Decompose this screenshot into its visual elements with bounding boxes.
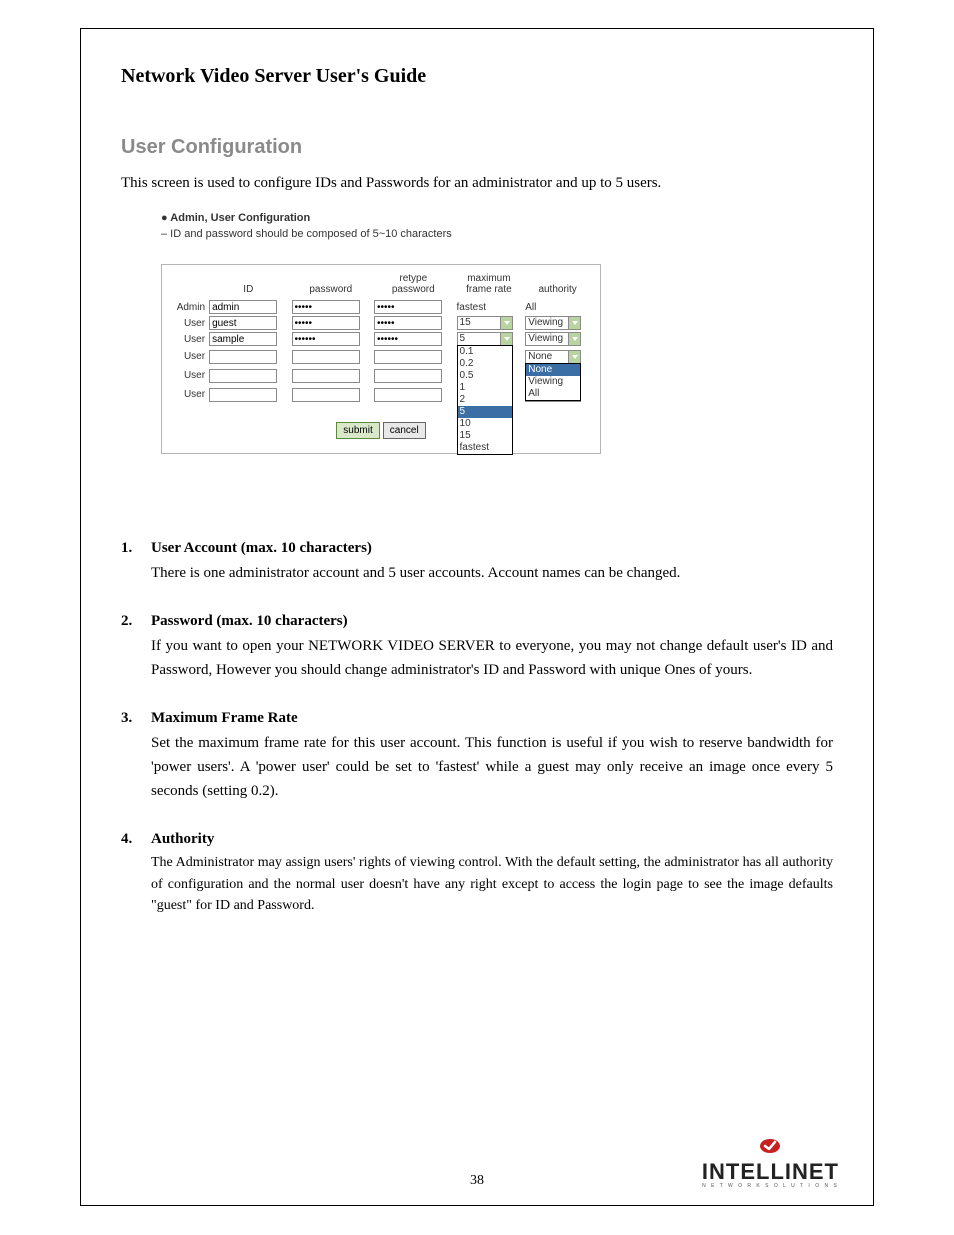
list-item: 1. User Account (max. 10 characters) There… [121, 540, 833, 585]
row-label: User [170, 331, 207, 347]
col-id: ID [207, 273, 289, 299]
list-item: 3. Maximum Frame Rate Set the maximum fram… [121, 710, 833, 803]
dropdown-option[interactable]: None [526, 364, 580, 376]
numbered-list: 1. User Account (max. 10 characters) There… [121, 540, 833, 917]
item-number: 3. [121, 710, 132, 727]
dropdown-option[interactable]: fastest [458, 442, 512, 454]
authority-dropdown-list[interactable]: NoneViewingAll [525, 363, 581, 401]
row-label: Admin [170, 299, 207, 315]
dropdown-option[interactable]: 0.5 [458, 370, 512, 382]
intro-paragraph: This screen is used to configure IDs and… [121, 175, 833, 192]
retype-password-input[interactable] [374, 369, 442, 383]
password-input[interactable] [292, 388, 360, 402]
retype-password-input[interactable] [374, 332, 442, 346]
item-body: If you want to open your NETWORK VIDEO S… [151, 634, 833, 682]
brand-logo: INTELLINET N E T W O R K S O L U T I O N… [702, 1138, 839, 1189]
dropdown-option[interactable]: 1 [458, 382, 512, 394]
authority-select[interactable]: Viewing [525, 332, 581, 346]
chevron-down-icon[interactable] [500, 316, 513, 330]
brand-tagline: N E T W O R K S O L U T I O N S [702, 1183, 839, 1189]
dropdown-option[interactable]: 10 [458, 418, 512, 430]
section-title: User Configuration [121, 136, 833, 159]
dropdown-option[interactable]: 5 [458, 406, 512, 418]
password-input[interactable] [292, 316, 360, 330]
table-row: User 50.10.20.51251015fastest Viewing [170, 331, 592, 347]
item-title: User Account (max. 10 characters) [151, 540, 833, 557]
frame-rate-select[interactable]: 15 [457, 316, 513, 330]
list-item: 4. Authority The Administrator may assign … [121, 831, 833, 917]
screenshot-subtext: – ID and password should be composed of … [161, 228, 601, 240]
id-input[interactable] [209, 300, 277, 314]
item-title: Maximum Frame Rate [151, 710, 833, 727]
item-body: Set the maximum frame rate for this user… [151, 731, 833, 803]
col-password: password [290, 273, 372, 299]
screenshot-heading: ● Admin, User Configuration [161, 212, 601, 224]
dropdown-option[interactable]: Viewing [526, 376, 580, 388]
id-input[interactable] [209, 388, 277, 402]
table-row: User 15 Viewing [170, 315, 592, 331]
frame-rate-value: fastest [455, 299, 524, 315]
config-panel: ID password retypepassword maximumframe … [161, 264, 601, 454]
password-input[interactable] [292, 350, 360, 364]
retype-password-input[interactable] [374, 300, 442, 314]
col-retype: retypepassword [372, 273, 454, 299]
frame-rate-dropdown-list[interactable]: 0.10.20.51251015fastest [457, 345, 513, 455]
item-number: 2. [121, 613, 132, 630]
dropdown-option[interactable]: 15 [458, 430, 512, 442]
retype-password-input[interactable] [374, 350, 442, 364]
chevron-down-icon[interactable] [568, 350, 581, 364]
chevron-down-icon[interactable] [568, 332, 581, 346]
cancel-button[interactable]: cancel [383, 422, 426, 439]
authority-select[interactable]: NoneNoneViewingAll [525, 350, 581, 364]
button-row: submit cancel [170, 422, 592, 439]
table-row: Admin fastestAll [170, 299, 592, 315]
authority-value: All [523, 299, 592, 315]
password-input[interactable] [292, 300, 360, 314]
chevron-down-icon[interactable] [500, 332, 513, 346]
row-label: User [170, 347, 207, 366]
logo-mark-icon [759, 1138, 781, 1154]
row-label: User [170, 366, 207, 385]
password-input[interactable] [292, 332, 360, 346]
password-input[interactable] [292, 369, 360, 383]
item-title: Authority [151, 831, 833, 848]
item-body: The Administrator may assign users' righ… [151, 852, 833, 917]
id-input[interactable] [209, 350, 277, 364]
row-label: User [170, 315, 207, 331]
retype-password-input[interactable] [374, 388, 442, 402]
embedded-screenshot: ● Admin, User Configuration – ID and pas… [161, 212, 601, 454]
item-title: Password (max. 10 characters) [151, 613, 833, 630]
row-label: User [170, 385, 207, 404]
dropdown-option[interactable]: 0.1 [458, 346, 512, 358]
id-input[interactable] [209, 332, 277, 346]
table-row: User NoneNoneViewingAll [170, 347, 592, 366]
frame-rate-select[interactable]: 50.10.20.51251015fastest [457, 332, 513, 346]
dropdown-option[interactable]: 0.2 [458, 358, 512, 370]
id-input[interactable] [209, 369, 277, 383]
id-input[interactable] [209, 316, 277, 330]
user-config-table: ID password retypepassword maximumframe … [170, 273, 592, 404]
chevron-down-icon[interactable] [568, 316, 581, 330]
document-title: Network Video Server User's Guide [121, 65, 833, 88]
brand-name: INTELLINET [702, 1161, 839, 1183]
item-number: 1. [121, 540, 132, 557]
authority-select[interactable]: Viewing [525, 316, 581, 330]
dropdown-option[interactable]: All [526, 388, 580, 400]
list-item: 2. Password (max. 10 characters) If you wa… [121, 613, 833, 682]
item-body: There is one administrator account and 5… [151, 561, 833, 585]
col-maxrate: maximumframe rate [455, 273, 524, 299]
retype-password-input[interactable] [374, 316, 442, 330]
dropdown-option[interactable]: 2 [458, 394, 512, 406]
item-number: 4. [121, 831, 132, 848]
col-authority: authority [523, 273, 592, 299]
submit-button[interactable]: submit [336, 422, 379, 439]
